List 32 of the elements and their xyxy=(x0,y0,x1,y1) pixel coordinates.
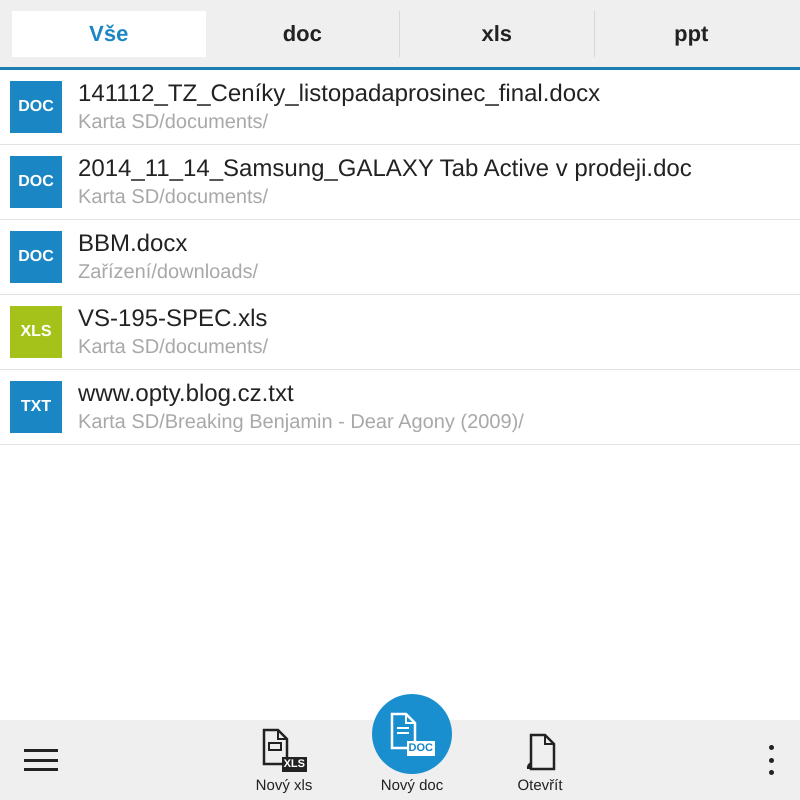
file-path: Karta SD/documents/ xyxy=(78,335,268,360)
file-path: Karta SD/documents/ xyxy=(78,110,270,135)
tab[interactable]: ppt xyxy=(594,10,788,56)
file-name: 2014_11_14_Samsung_GALAXY Tab Active v prodeji.doc xyxy=(78,154,692,184)
file-type-badge: DOC xyxy=(10,156,62,208)
file-type-badge: DOC xyxy=(10,231,62,283)
file-name: www.opty.blog.cz.txt xyxy=(78,379,295,409)
tab[interactable]: Vše xyxy=(12,10,206,56)
file-name: BBM.docx xyxy=(78,229,188,259)
action-button[interactable]: XLS Nový xls xyxy=(242,724,326,796)
file-type-label: DOC xyxy=(406,741,435,756)
file-type-badge: DOC xyxy=(10,81,62,133)
file-row[interactable]: XLS VS-195-SPEC.xls Karta SD/documents/ xyxy=(0,295,800,370)
action-label: Nový xls xyxy=(256,776,312,796)
file-row[interactable]: DOC 2014_11_14_Samsung_GALAXY Tab Active v prodeji.doc Karta SD/documents/ xyxy=(0,145,800,220)
tab[interactable]: doc xyxy=(206,10,399,56)
action-button[interactable]: DOC Nový doc xyxy=(370,694,454,796)
action-label: Otevřít xyxy=(517,776,562,796)
file-row[interactable]: DOC BBM.docx Zařízení/downloads/ xyxy=(0,220,800,295)
file-path: Zařízení/downloads/ xyxy=(78,260,258,285)
file-row[interactable]: TXT www.opty.blog.cz.txt Karta SD/Breaking Benjamin - Dear Agony (2009)/ xyxy=(0,370,800,445)
tab[interactable]: xls xyxy=(399,10,594,56)
file-path: Karta SD/Breaking Benjamin - Dear Agony (2009)/ xyxy=(78,410,524,435)
file-type-badge: TXT xyxy=(10,381,62,433)
file-path: Karta SD/documents/ xyxy=(78,185,270,210)
file-row[interactable]: DOC 141112_TZ_Ceníky_listopadaprosinec_final.docx Karta SD/documents/ xyxy=(0,70,800,145)
file-name: VS-195-SPEC.xls xyxy=(78,304,268,334)
file-type-label: XLS xyxy=(282,757,307,772)
file-type-badge: XLS xyxy=(10,306,62,358)
action-label: Nový doc xyxy=(380,776,444,796)
file-name: 141112_TZ_Ceníky_listopadaprosinec_final.docx xyxy=(78,79,600,109)
action-button[interactable]: Otevřít xyxy=(498,724,582,796)
